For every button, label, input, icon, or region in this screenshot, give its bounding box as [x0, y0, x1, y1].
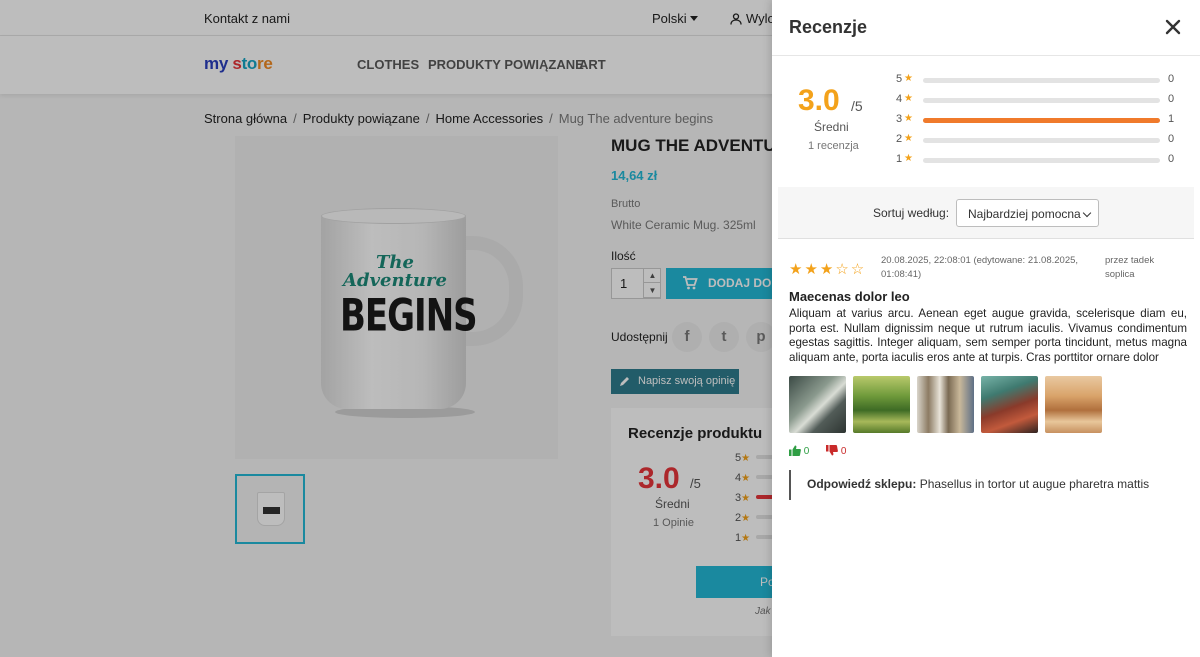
- star-icon: ★: [904, 133, 913, 144]
- reviews-drawer: Recenzje 3.0 /5 Średni 1 recenzja 5 ★ 0 4…: [772, 0, 1200, 657]
- chevron-down-icon: [1082, 208, 1092, 218]
- modal-backdrop[interactable]: [0, 0, 772, 657]
- review-date: 20.08.2025, 22:08:01 (edytowane: 21.08.2…: [881, 255, 1079, 280]
- review-body: Aliquam at varius arcu. Aenean eget augu…: [789, 307, 1187, 364]
- star-icon: ★: [904, 153, 913, 164]
- thumbs-down-icon: [826, 445, 839, 456]
- rating-summary: 3.0 /5 Średni 1 recenzja 5 ★ 0 4 ★ 0 3 ★ 1 …: [772, 57, 1200, 187]
- distribution-row-2[interactable]: 2 ★ 0: [896, 133, 1186, 147]
- review-count: 1 recenzja: [808, 140, 859, 152]
- average-label: Średni: [814, 120, 849, 134]
- review-photo-3[interactable]: [917, 376, 974, 433]
- helpful-vote-button[interactable]: 0: [789, 445, 809, 457]
- review-stars: ★★★☆☆: [789, 261, 867, 278]
- review-author: przez tadek soplica: [1105, 255, 1155, 280]
- drawer-title: Recenzje: [789, 17, 868, 37]
- upvote-count: 0: [803, 446, 810, 457]
- average-rating: 3.0: [798, 84, 840, 117]
- review-photos: [789, 376, 1119, 434]
- distribution-row-1[interactable]: 1 ★ 0: [896, 153, 1186, 167]
- sort-bar: Sortuj według: Najbardziej pomocna: [778, 187, 1194, 239]
- sort-selected-value: Najbardziej pomocna: [968, 207, 1081, 221]
- close-icon[interactable]: [1163, 17, 1183, 37]
- unhelpful-vote-button[interactable]: 0: [826, 445, 846, 457]
- distribution-row-5[interactable]: 5 ★ 0: [896, 73, 1186, 87]
- star-icon: ★: [904, 73, 913, 84]
- review-title: Maecenas dolor leo: [789, 289, 910, 304]
- rating-max: /5: [851, 98, 863, 114]
- shop-reply-label: Odpowiedź sklepu:: [807, 477, 917, 491]
- review-photo-2[interactable]: [853, 376, 910, 433]
- downvote-count: 0: [840, 446, 847, 457]
- distribution-row-4[interactable]: 4 ★ 0: [896, 93, 1186, 107]
- shop-reply: Odpowiedź sklepu: Phasellus in tortor ut…: [789, 470, 1187, 500]
- review-photo-5[interactable]: [1045, 376, 1102, 433]
- star-icon: ★: [904, 113, 913, 124]
- thumbs-up-icon: [789, 445, 801, 456]
- distribution-row-3[interactable]: 3 ★ 1: [896, 113, 1186, 127]
- review-photo-1[interactable]: [789, 376, 846, 433]
- shop-reply-text: Phasellus in tortor ut augue pharetra ma…: [919, 477, 1150, 491]
- review-votes: 0 0: [789, 445, 860, 457]
- star-icon: ★: [904, 93, 913, 104]
- sort-select[interactable]: Najbardziej pomocna: [956, 199, 1099, 227]
- review-photo-4[interactable]: [981, 376, 1038, 433]
- sort-label: Sortuj według:: [873, 206, 950, 220]
- drawer-header: Recenzje: [772, 0, 1200, 56]
